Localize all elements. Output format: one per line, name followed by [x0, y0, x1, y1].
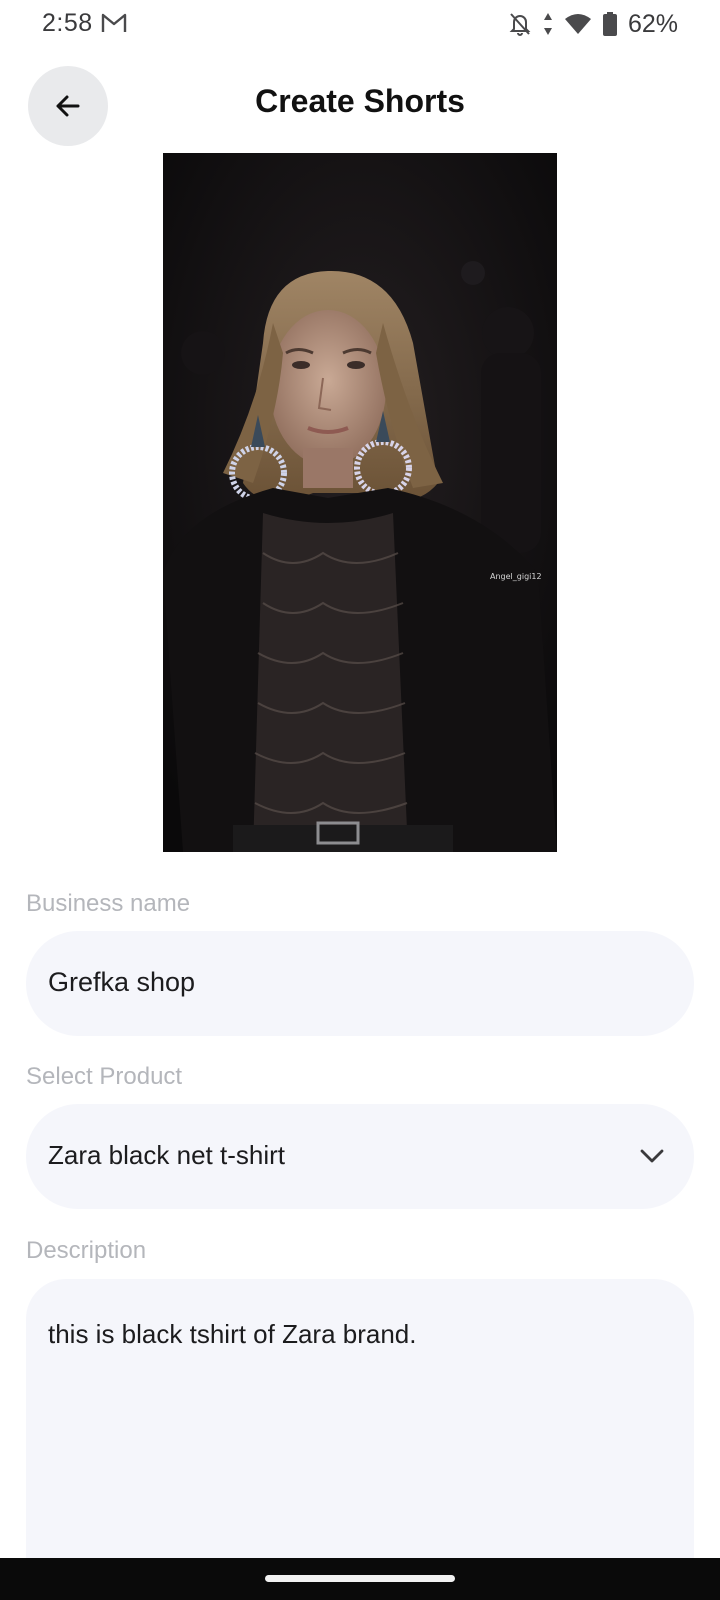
select-product-value: Zara black net t-shirt: [48, 1140, 285, 1170]
description-field[interactable]: this is black tshirt of Zara brand.: [26, 1279, 694, 1599]
video-watermark: Angel_gigi12: [490, 572, 542, 581]
business-name-field[interactable]: Grefka shop: [26, 931, 694, 1036]
wifi-icon: [564, 14, 591, 34]
bell-off-icon: [509, 13, 531, 36]
battery-icon: [602, 12, 617, 36]
description-label: Description: [26, 1237, 147, 1264]
select-product-label: Select Product: [26, 1063, 183, 1090]
video-frame-image: [163, 153, 557, 852]
gmail-icon: [101, 13, 127, 32]
status-time: 2:58: [42, 9, 93, 37]
data-arrows-icon: [543, 13, 552, 35]
business-name-value: Grefka shop: [48, 967, 196, 997]
business-name-label: Business name: [26, 890, 191, 917]
battery-percentage: 62%: [627, 9, 678, 38]
page-title: Create Shorts: [255, 83, 465, 119]
video-preview[interactable]: Angel_gigi12: [163, 153, 557, 852]
status-icons: 62%: [508, 8, 678, 40]
status-bar: 2:58 62%: [0, 0, 720, 50]
home-indicator[interactable]: [265, 1575, 455, 1582]
chevron-down-icon: [640, 1149, 664, 1163]
navigation-bar: [0, 1558, 720, 1600]
select-product-dropdown[interactable]: Zara black net t-shirt: [26, 1104, 694, 1209]
description-value: this is black tshirt of Zara brand.: [48, 1319, 417, 1349]
